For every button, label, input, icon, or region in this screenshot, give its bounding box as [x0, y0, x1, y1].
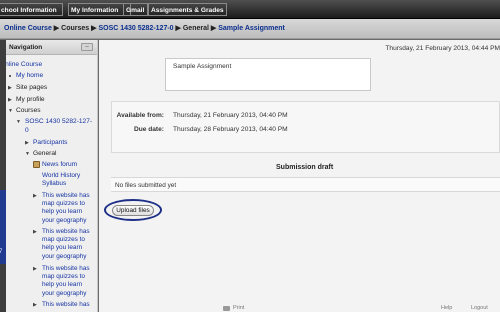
dates-box: Available from: Thursday, 21 February 20…	[111, 101, 500, 153]
no-files-row: No files submitted yet	[111, 177, 500, 192]
nav-course-code[interactable]: SOSC 1430 5282-127-	[25, 118, 92, 126]
bullet-icon	[9, 75, 11, 77]
breadcrumb-courses[interactable]: Courses	[61, 25, 89, 32]
expand-arrow-icon[interactable]: ▶	[33, 228, 37, 236]
footer-help[interactable]: Help	[441, 305, 452, 311]
nav-course-code-line2[interactable]: 0	[25, 127, 29, 135]
nav-geography-link-1[interactable]: This website has map quizzes to help you…	[42, 192, 97, 225]
expand-arrow-icon[interactable]: ▶	[8, 96, 12, 104]
print-icon[interactable]	[223, 306, 230, 311]
expand-arrow-icon[interactable]: ▶	[33, 192, 37, 200]
nav-site-pages[interactable]: Site pages	[16, 84, 47, 92]
geo-line1: This website has	[42, 265, 90, 272]
expand-arrow-icon[interactable]: ▶	[33, 265, 37, 273]
geo-line1: This website has	[42, 228, 90, 235]
collapse-arrow-icon[interactable]: ▼	[25, 150, 30, 158]
navigation-header: Navigation –	[0, 40, 97, 55]
nav-my-profile[interactable]: My profile	[16, 96, 45, 104]
footer-logout[interactable]: Logout	[471, 305, 488, 311]
submission-draft-title: Submission draft	[276, 164, 334, 171]
geo-line3: help you learn	[42, 281, 83, 289]
left-strip-fragment: 7	[0, 249, 3, 255]
geo-line3: help you learn	[42, 208, 83, 216]
current-datetime: Thursday, 21 February 2013, 04:44 PM	[385, 45, 500, 52]
available-from-label: Available from:	[116, 112, 164, 119]
nav-world-history-syllabus[interactable]: World History Syllabus	[42, 172, 97, 188]
footer-print[interactable]: Print	[233, 305, 244, 311]
breadcrumb-separator: ▶	[91, 25, 97, 32]
navigation-title: Navigation	[9, 44, 43, 51]
breadcrumb: Online Course ▶ Courses ▶ SOSC 1430 5282…	[0, 19, 500, 39]
nav-news-forum[interactable]: News forum	[42, 161, 77, 169]
forum-icon	[33, 161, 40, 168]
geo-line3: help you learn	[42, 244, 83, 252]
due-date-value: Thursday, 28 February 2013, 04:40 PM	[173, 126, 288, 133]
tab-school-information[interactable]: chool Information	[0, 3, 63, 16]
geo-line2: map quizzes to	[42, 200, 85, 208]
geo-line4: your geography	[42, 216, 87, 224]
geo-line4: your geography	[42, 252, 87, 260]
nav-courses[interactable]: Courses	[16, 107, 41, 115]
nav-participants[interactable]: Participants	[33, 139, 67, 147]
breadcrumb-online-course[interactable]: Online Course	[4, 25, 52, 32]
nav-my-home[interactable]: My home	[16, 72, 43, 80]
collapse-arrow-icon[interactable]: ▼	[8, 107, 13, 115]
upload-files-button[interactable]: Upload files	[112, 205, 154, 216]
navigation-block: Navigation – Online Course My home ▶ Sit…	[0, 40, 98, 312]
breadcrumb-general[interactable]: General	[183, 25, 209, 32]
collapse-arrow-icon[interactable]: ▼	[16, 118, 21, 126]
nav-world-history-line2: Syllabus	[42, 180, 67, 188]
nav-online-course[interactable]: Online Course	[0, 61, 42, 69]
breadcrumb-sample-assignment: Sample Assignment	[218, 25, 285, 32]
intro-box: Sample Assignment	[165, 58, 371, 91]
breadcrumb-separator: ▶	[210, 25, 217, 32]
top-navigation-bar: chool Information My Information Gmail A…	[0, 0, 500, 19]
expand-arrow-icon[interactable]: ▶	[33, 301, 37, 309]
dock-block-icon[interactable]: –	[81, 43, 93, 51]
tab-assignments-grades[interactable]: Assignments & Grades	[148, 3, 227, 16]
breadcrumb-course-code[interactable]: SOSC 1430 5282-127-0	[98, 25, 173, 32]
breadcrumb-separator: ▶	[53, 25, 60, 32]
tab-my-information[interactable]: My Information	[68, 3, 131, 16]
available-from-value: Thursday, 21 February 2013, 04:40 PM	[173, 112, 288, 119]
geo-line1: This website has	[42, 301, 90, 308]
nav-geography-link-4[interactable]: This website has	[42, 301, 97, 309]
left-window-strip: 7	[0, 40, 6, 312]
nav-geography-link-3[interactable]: This website has map quizzes to help you…	[42, 265, 97, 298]
nav-geography-link-2[interactable]: This website has map quizzes to help you…	[42, 228, 97, 261]
expand-arrow-icon[interactable]: ▶	[8, 84, 12, 92]
no-files-text: No files submitted yet	[115, 182, 177, 189]
nav-world-history-line1: World History	[42, 172, 81, 179]
geo-line2: map quizzes to	[42, 236, 85, 244]
intro-text: Sample Assignment	[173, 63, 232, 70]
geo-line2: map quizzes to	[42, 273, 85, 281]
tab-gmail[interactable]: Gmail	[123, 3, 148, 16]
breadcrumb-separator: ▶	[175, 25, 181, 32]
nav-general[interactable]: General	[33, 150, 56, 158]
expand-arrow-icon[interactable]: ▶	[25, 139, 29, 147]
geo-line4: your geography	[42, 289, 87, 297]
main-content: Thursday, 21 February 2013, 04:44 PM Sam…	[99, 40, 500, 312]
geo-line1: This website has	[42, 192, 90, 199]
due-date-label: Due date:	[133, 126, 164, 133]
